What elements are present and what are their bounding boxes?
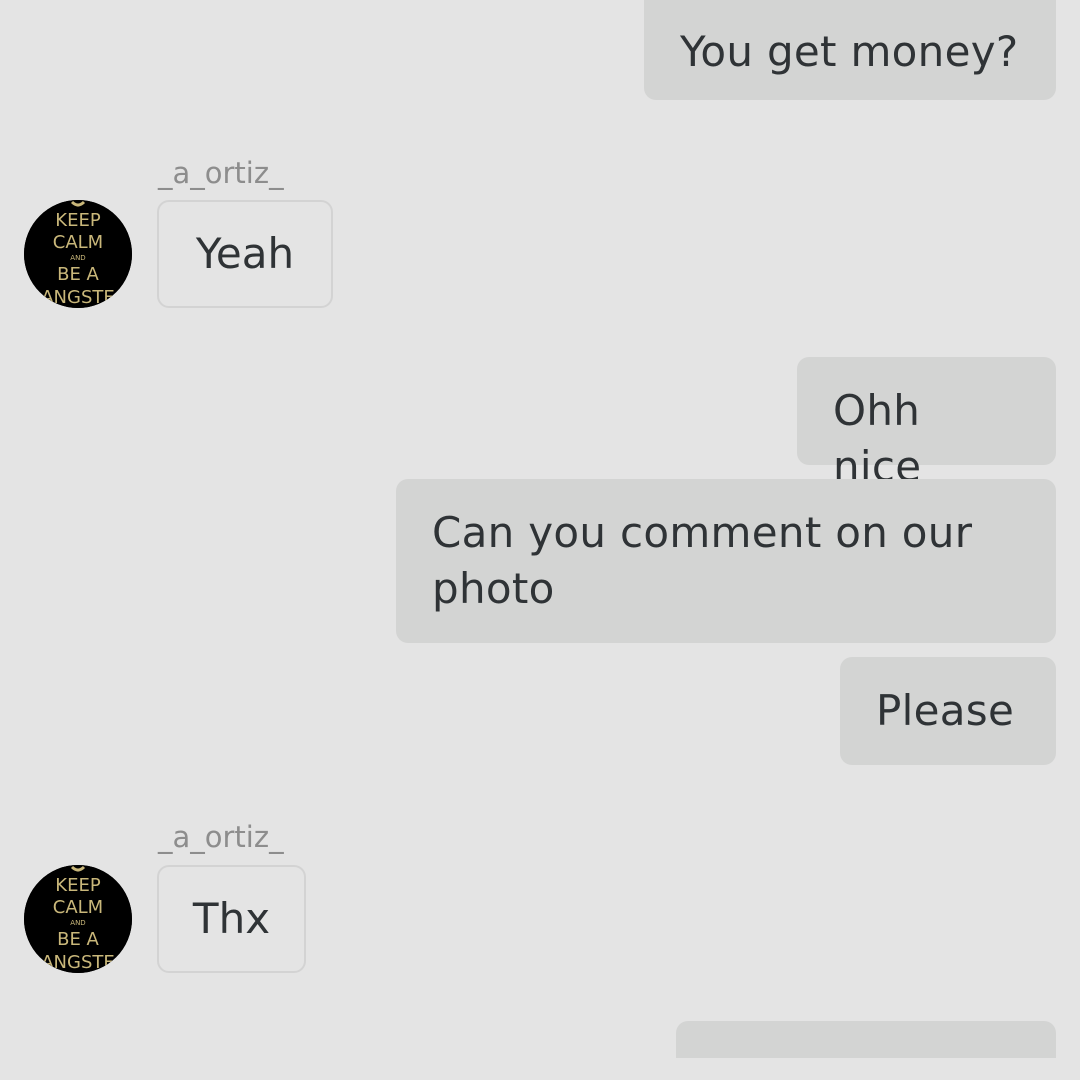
avatar-line-1: KEEP bbox=[55, 210, 101, 231]
message-text: Can you comment on our photo bbox=[432, 508, 973, 613]
message-text: You get money? bbox=[680, 27, 1019, 76]
outgoing-message[interactable]: Ohh nice bbox=[797, 357, 1056, 491]
message-text: Please bbox=[876, 686, 1015, 735]
keep-calm-poster-icon: KEEP CALM AND BE A ANGSTE bbox=[24, 865, 132, 973]
avatar-line-5: ANGSTE bbox=[41, 952, 115, 973]
avatar[interactable]: KEEP CALM AND BE A ANGSTE bbox=[24, 200, 132, 308]
avatar-line-1: KEEP bbox=[55, 875, 101, 896]
avatar-line-5: ANGSTE bbox=[41, 287, 115, 308]
sender-username[interactable]: _a_ortiz_ bbox=[158, 820, 284, 854]
incoming-message[interactable]: Yeah bbox=[157, 200, 333, 308]
sender-username[interactable]: _a_ortiz_ bbox=[158, 156, 284, 190]
avatar-line-2: CALM bbox=[53, 232, 103, 253]
outgoing-message[interactable]: You get money? bbox=[644, 0, 1056, 100]
keep-calm-poster-icon: KEEP CALM AND BE A ANGSTE bbox=[24, 200, 132, 308]
outgoing-message[interactable] bbox=[676, 1021, 1056, 1058]
incoming-message[interactable]: Thx bbox=[157, 865, 306, 973]
chat-thread: You get money? _a_ortiz_ KEEP CALM AND B… bbox=[0, 0, 1080, 1080]
avatar-line-3: AND bbox=[70, 254, 85, 262]
avatar-line-3: AND bbox=[70, 919, 85, 927]
avatar-line-4: BE A bbox=[57, 929, 99, 950]
message-text: Yeah bbox=[195, 229, 295, 278]
avatar[interactable]: KEEP CALM AND BE A ANGSTE bbox=[24, 865, 132, 973]
outgoing-message[interactable]: Can you comment on our photo bbox=[396, 479, 1056, 643]
outgoing-message[interactable]: Please bbox=[840, 657, 1056, 765]
message-text: Thx bbox=[192, 894, 271, 943]
avatar-line-2: CALM bbox=[53, 897, 103, 918]
message-text: Ohh nice bbox=[833, 386, 922, 491]
avatar-line-4: BE A bbox=[57, 264, 99, 285]
